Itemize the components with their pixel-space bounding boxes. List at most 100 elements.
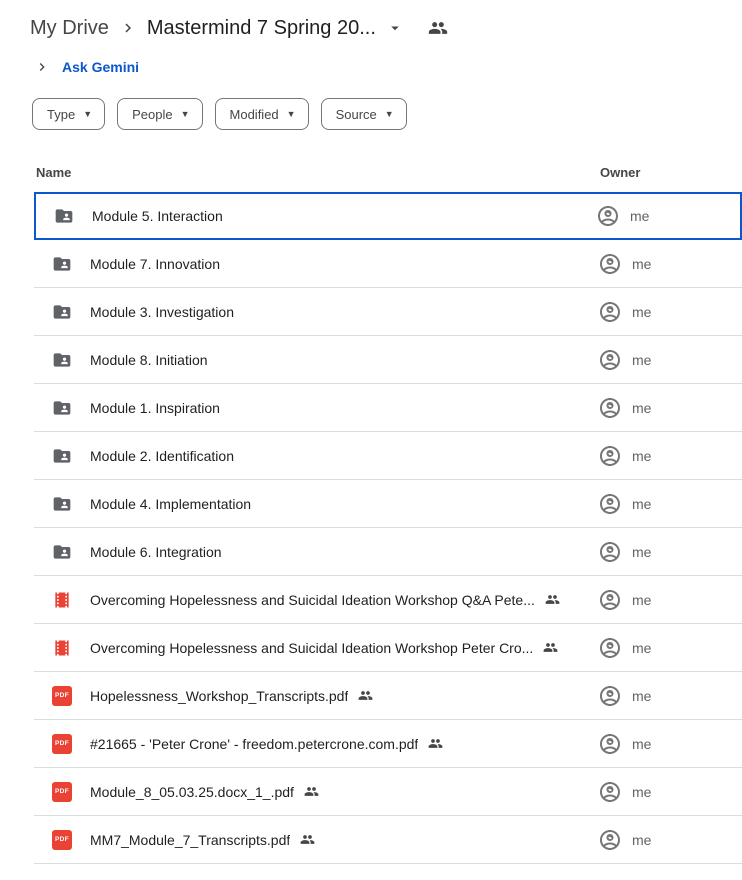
owner-avatar-icon: [598, 780, 622, 804]
file-name: MM7_Module_7_Transcripts.pdf: [90, 832, 290, 848]
file-row[interactable]: PDF Module 8. Initiation me: [34, 336, 742, 384]
file-row[interactable]: PDF Module 3. Investigation me: [34, 288, 742, 336]
owner-cell: me: [598, 252, 742, 276]
folder-menu-caret-icon[interactable]: [386, 19, 404, 37]
owner-name: me: [632, 496, 651, 512]
file-row[interactable]: PDF MM7_Module_7_Transcripts.pdf me: [34, 816, 742, 864]
ask-gemini-toggle[interactable]: Ask Gemini: [34, 54, 742, 80]
file-name: Module 2. Identification: [90, 448, 234, 464]
owner-cell: me: [598, 444, 742, 468]
owner-name: me: [632, 640, 651, 656]
filter-chip-source[interactable]: Source ▼: [321, 98, 407, 130]
file-type-icon: PDF: [52, 782, 72, 802]
file-row[interactable]: PDF Module 4. Implementation me: [34, 480, 742, 528]
file-row[interactable]: PDF Module 5. Interaction me: [34, 192, 742, 240]
owner-name: me: [632, 688, 651, 704]
shared-people-icon: [358, 688, 373, 703]
file-name: Module_8_05.03.25.docx_1_.pdf: [90, 784, 294, 800]
file-row[interactable]: PDF Hopelessness_Workshop_Transcripts.pd…: [34, 672, 742, 720]
file-name: #21665 - 'Peter Crone' - freedom.petercr…: [90, 736, 418, 752]
filter-chip-modified[interactable]: Modified ▼: [215, 98, 309, 130]
filter-chip-people[interactable]: People ▼: [117, 98, 202, 130]
shared-folder-icon: [52, 254, 72, 274]
shared-people-icon: [300, 832, 315, 847]
owner-avatar-icon: [598, 300, 622, 324]
filter-chip-modified-label: Modified: [230, 107, 279, 122]
file-row[interactable]: PDF Overcoming Hopelessness and Suicidal…: [34, 624, 742, 672]
owner-name: me: [630, 208, 649, 224]
owner-name: me: [632, 736, 651, 752]
file-type-icon: PDF: [52, 590, 72, 610]
owner-name: me: [632, 544, 651, 560]
breadcrumb-my-drive[interactable]: My Drive: [30, 17, 109, 40]
owner-cell: me: [598, 732, 742, 756]
pdf-icon: PDF: [52, 782, 72, 802]
file-name: Module 4. Implementation: [90, 496, 251, 512]
owner-cell: me: [598, 780, 742, 804]
owner-cell: me: [598, 492, 742, 516]
owner-name: me: [632, 304, 651, 320]
shared-folder-icon: [52, 446, 72, 466]
shared-people-icon: [304, 784, 319, 799]
owner-cell: me: [598, 396, 742, 420]
owner-avatar-icon: [598, 636, 622, 660]
shared-people-icon: [428, 736, 443, 751]
file-name-cell: Module 8. Initiation: [72, 352, 598, 368]
owner-cell: me: [598, 828, 742, 852]
owner-cell: me: [598, 300, 742, 324]
file-type-icon: PDF: [52, 734, 72, 754]
owner-cell: me: [598, 684, 742, 708]
file-name-cell: MM7_Module_7_Transcripts.pdf: [72, 832, 598, 848]
file-row[interactable]: PDF Module_8_05.03.25.docx_1_.pdf me: [34, 768, 742, 816]
file-row[interactable]: PDF Module 1. Inspiration me: [34, 384, 742, 432]
shared-folder-icon: [54, 206, 74, 226]
file-name-cell: Module 5. Interaction: [74, 208, 596, 224]
file-row[interactable]: PDF #21665 - 'Peter Crone' - freedom.pet…: [34, 720, 742, 768]
file-name: Module 5. Interaction: [92, 208, 223, 224]
file-name-cell: Module_8_05.03.25.docx_1_.pdf: [72, 784, 598, 800]
file-type-icon: PDF: [52, 494, 72, 514]
file-row[interactable]: PDF Module 2. Identification me: [34, 432, 742, 480]
owner-avatar-icon: [598, 348, 622, 372]
file-row[interactable]: PDF Module 6. Integration me: [34, 528, 742, 576]
file-name: Module 7. Innovation: [90, 256, 220, 272]
file-name-cell: Overcoming Hopelessness and Suicidal Ide…: [72, 592, 598, 608]
owner-avatar-icon: [598, 444, 622, 468]
file-type-icon: PDF: [54, 206, 74, 226]
chevron-down-icon: ▼: [385, 109, 394, 119]
filter-chip-type[interactable]: Type ▼: [32, 98, 105, 130]
file-type-icon: PDF: [52, 686, 72, 706]
file-name-cell: Module 2. Identification: [72, 448, 598, 464]
file-name-cell: #21665 - 'Peter Crone' - freedom.petercr…: [72, 736, 598, 752]
chevron-right-icon: [34, 59, 50, 75]
shared-people-icon: [545, 592, 560, 607]
filter-chip-bar: Type ▼ People ▼ Modified ▼ Source ▼: [32, 98, 742, 130]
file-name-cell: Overcoming Hopelessness and Suicidal Ide…: [72, 640, 598, 656]
breadcrumb-current-folder[interactable]: Mastermind 7 Spring 20...: [147, 17, 376, 40]
owner-name: me: [632, 832, 651, 848]
owner-avatar-icon: [598, 252, 622, 276]
file-row[interactable]: PDF Overcoming Hopelessness and Suicidal…: [34, 576, 742, 624]
pdf-icon: PDF: [52, 734, 72, 754]
file-name-cell: Module 3. Investigation: [72, 304, 598, 320]
file-type-icon: PDF: [52, 254, 72, 274]
owner-name: me: [632, 400, 651, 416]
owner-avatar-icon: [598, 396, 622, 420]
file-row[interactable]: PDF Module 7. Innovation me: [34, 240, 742, 288]
filter-chip-people-label: People: [132, 107, 172, 122]
shared-folder-icon: [52, 494, 72, 514]
shared-people-icon: [543, 640, 558, 655]
column-header-name[interactable]: Name: [36, 165, 600, 180]
file-list: PDF Module 5. Interaction me PDF Module …: [34, 192, 742, 864]
file-type-icon: PDF: [52, 350, 72, 370]
owner-avatar-icon: [598, 588, 622, 612]
owner-name: me: [632, 448, 651, 464]
owner-cell: me: [598, 348, 742, 372]
owner-name: me: [632, 592, 651, 608]
breadcrumb-chevron-icon: [119, 19, 137, 37]
column-header-owner[interactable]: Owner: [600, 165, 742, 180]
shared-members-icon[interactable]: [428, 18, 448, 38]
owner-cell: me: [598, 636, 742, 660]
file-type-icon: PDF: [52, 446, 72, 466]
shared-folder-icon: [52, 302, 72, 322]
